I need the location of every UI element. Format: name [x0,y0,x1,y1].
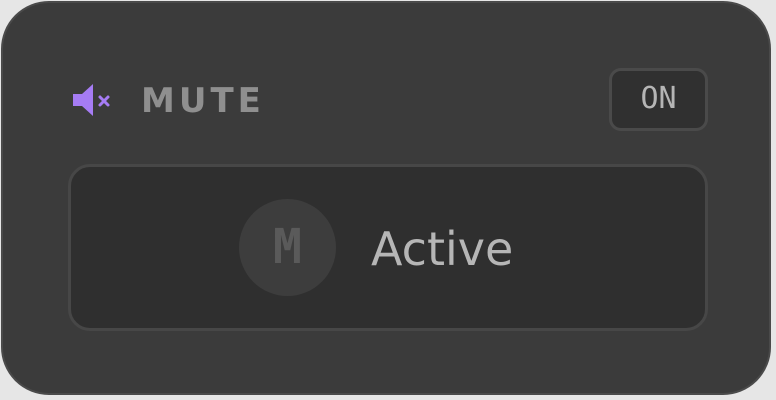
status-label: Active [371,222,514,276]
speaker-muted-icon [73,84,110,116]
on-toggle-button[interactable]: ON [609,68,708,131]
mute-avatar: M [239,199,336,296]
mute-title: MUTE [141,81,265,121]
